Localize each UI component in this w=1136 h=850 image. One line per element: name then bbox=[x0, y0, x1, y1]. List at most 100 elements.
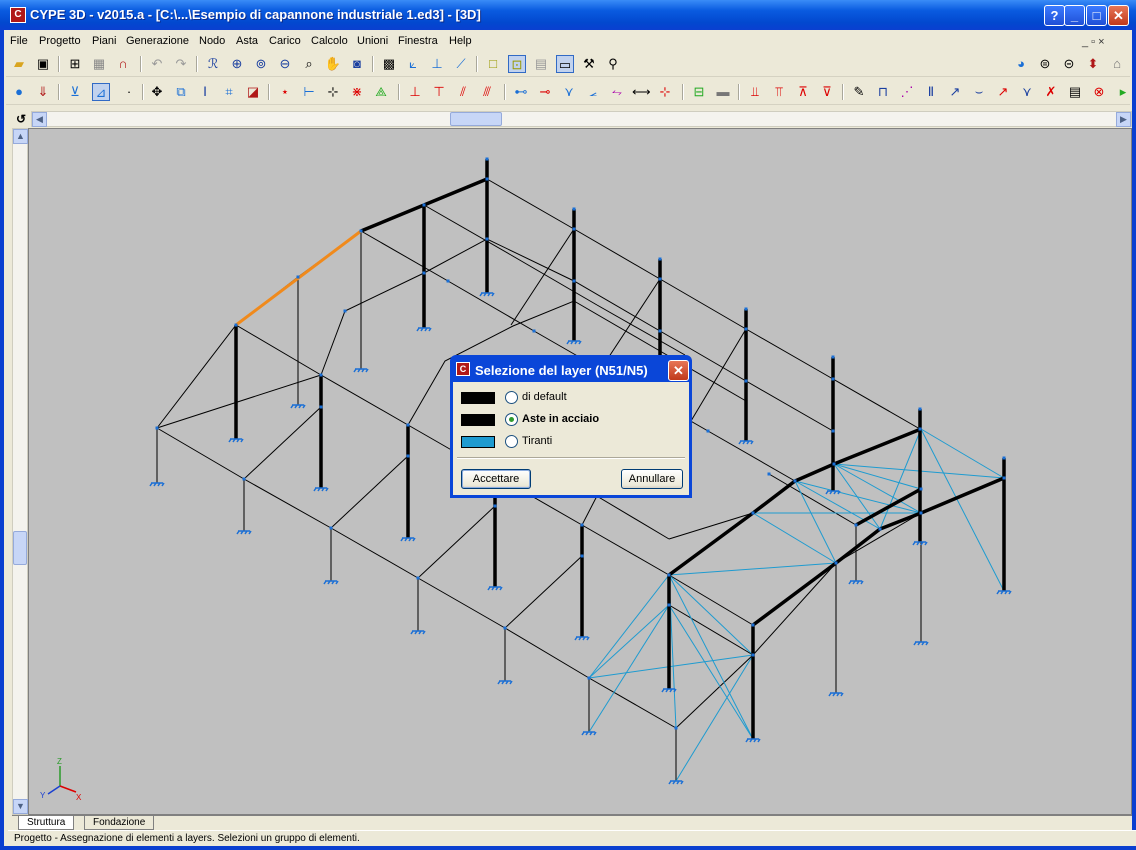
pan-icon[interactable]: ✋ bbox=[324, 55, 342, 73]
node-marker[interactable] bbox=[580, 554, 584, 558]
bar-cross-icon[interactable]: ⊹ bbox=[656, 83, 674, 101]
help-button[interactable]: ? bbox=[1044, 5, 1065, 26]
node-marker[interactable] bbox=[918, 427, 922, 431]
node-marker[interactable] bbox=[343, 309, 347, 313]
minimize-button[interactable]: _ bbox=[1064, 5, 1085, 26]
radio-aste-in-acciaio[interactable] bbox=[505, 413, 518, 426]
node-marker[interactable] bbox=[706, 429, 710, 433]
check-icon[interactable]: ⋎ bbox=[1018, 83, 1036, 101]
node-marker[interactable] bbox=[751, 623, 755, 627]
frame-icon[interactable]: □ bbox=[484, 55, 502, 73]
view-xz-icon[interactable]: ⊥ bbox=[428, 55, 446, 73]
radio-tiranti[interactable] bbox=[505, 435, 518, 448]
export-icon[interactable]: ⬍ bbox=[1084, 55, 1102, 73]
node-marker[interactable] bbox=[744, 307, 748, 311]
node-marker[interactable] bbox=[831, 429, 835, 433]
diagram-icon[interactable]: ↗ bbox=[946, 83, 964, 101]
menu-asta[interactable]: Asta bbox=[236, 35, 258, 47]
ibeam-icon[interactable]: Ⅱ bbox=[922, 83, 940, 101]
horizontal-scrollbar[interactable]: ◀ ▶ bbox=[31, 111, 1132, 127]
menu-generazione[interactable]: Generazione bbox=[126, 35, 189, 47]
node-marker[interactable] bbox=[406, 423, 410, 427]
tiles-icon[interactable]: ▭ bbox=[556, 55, 574, 73]
view-icon[interactable]: ⊞ bbox=[66, 55, 84, 73]
orbit-icon[interactable]: ◙ bbox=[348, 55, 366, 73]
node-marker[interactable] bbox=[422, 203, 426, 207]
node-marker[interactable] bbox=[751, 653, 755, 657]
load-hyp2-icon[interactable]: ⫪ bbox=[770, 83, 788, 101]
node-marker[interactable] bbox=[667, 573, 671, 577]
node-marker[interactable] bbox=[854, 523, 858, 527]
nodes-icon[interactable]: ⊡ bbox=[508, 55, 526, 73]
node-marker[interactable] bbox=[503, 626, 507, 630]
flag-icon[interactable]: ▸ bbox=[1114, 83, 1132, 101]
node-marker[interactable] bbox=[831, 377, 835, 381]
dialog-title-bar[interactable]: C Selezione del layer (N51/N5) ✕ bbox=[453, 358, 689, 382]
mdi-window-controls[interactable]: _ ▫ × bbox=[1082, 36, 1105, 48]
menu-calcolo[interactable]: Calcolo bbox=[311, 35, 348, 47]
node-marker[interactable] bbox=[834, 561, 838, 565]
node-marker[interactable] bbox=[832, 462, 836, 466]
node-marker[interactable] bbox=[667, 603, 671, 607]
node-marker[interactable] bbox=[658, 257, 662, 261]
layer-selection-icon[interactable]: ⊿ bbox=[92, 83, 110, 101]
node-marker[interactable] bbox=[572, 279, 576, 283]
node-marker[interactable] bbox=[446, 279, 450, 283]
copy-icon[interactable]: ⧉ bbox=[172, 83, 190, 101]
import-icon[interactable]: ⇓ bbox=[34, 83, 52, 101]
node-marker[interactable] bbox=[422, 271, 426, 275]
comment-icon[interactable]: ◪ bbox=[244, 83, 262, 101]
joint-release-icon[interactable]: ⊸ bbox=[536, 83, 554, 101]
node-marker[interactable] bbox=[155, 426, 159, 430]
node-marker[interactable] bbox=[919, 487, 923, 491]
scroll-right-icon[interactable]: ▶ bbox=[1116, 112, 1131, 127]
node-marker[interactable] bbox=[572, 207, 576, 211]
bar-ends-icon[interactable]: ⟷ bbox=[632, 83, 651, 101]
redo-icon[interactable]: ↷ bbox=[172, 55, 190, 73]
bar-new-icon[interactable]: ⊢ bbox=[300, 83, 318, 101]
accept-button[interactable]: Accettare bbox=[461, 469, 531, 489]
move-icon[interactable]: ✥ bbox=[148, 83, 166, 101]
filter-icon[interactable]: ⊝ bbox=[1060, 55, 1078, 73]
assign-layer-icon[interactable]: ⊻ bbox=[66, 83, 84, 101]
node-marker[interactable] bbox=[767, 472, 771, 476]
buckling-coeff-icon[interactable]: ⥊ bbox=[608, 83, 626, 101]
rotate-view-icon[interactable]: ↺ bbox=[12, 111, 30, 127]
load-bar-icon[interactable]: ⊤ bbox=[430, 83, 448, 101]
grid-icon[interactable]: ▤ bbox=[532, 55, 550, 73]
report-icon[interactable]: ▤ bbox=[1066, 83, 1084, 101]
load-node-icon[interactable]: ⊥ bbox=[406, 83, 424, 101]
load-hyp3-icon[interactable]: ⊼ bbox=[794, 83, 812, 101]
node-marker[interactable] bbox=[329, 526, 333, 530]
print-icon[interactable]: ▦ bbox=[90, 55, 108, 73]
binoculars-icon[interactable]: ⚲ bbox=[604, 55, 622, 73]
node-marker[interactable] bbox=[406, 454, 410, 458]
node-marker[interactable] bbox=[242, 477, 246, 481]
node-marker[interactable] bbox=[485, 157, 489, 161]
zoom-window-icon[interactable]: ⊚ bbox=[252, 55, 270, 73]
load-hyp-icon[interactable]: ⫫ bbox=[746, 83, 764, 101]
menu-finestra[interactable]: Finestra bbox=[398, 35, 438, 47]
node-marker[interactable] bbox=[359, 229, 363, 233]
radio-di-default[interactable] bbox=[505, 391, 518, 404]
support-icon[interactable]: ⋎ bbox=[560, 83, 578, 101]
save-icon[interactable]: ▣ bbox=[34, 55, 52, 73]
node-new-icon[interactable]: ⋆ bbox=[276, 83, 294, 101]
node-marker[interactable] bbox=[580, 523, 584, 527]
node-marker[interactable] bbox=[674, 726, 678, 730]
load-surface-icon[interactable]: ⫽ bbox=[454, 83, 472, 101]
bar-view-icon[interactable]: ⟁ bbox=[372, 83, 390, 101]
node-marker[interactable] bbox=[1002, 476, 1006, 480]
close-button[interactable]: ✕ bbox=[1108, 5, 1129, 26]
check-fail-icon[interactable]: ✗ bbox=[1042, 83, 1060, 101]
plate-icon[interactable]: ▬ bbox=[714, 83, 732, 101]
scroll-left-icon[interactable]: ◀ bbox=[32, 112, 47, 127]
node-marker[interactable] bbox=[493, 504, 497, 508]
node-marker[interactable] bbox=[744, 327, 748, 331]
layers-icon[interactable]: ▩ bbox=[380, 55, 398, 73]
node-marker[interactable] bbox=[572, 227, 576, 231]
magnet-icon[interactable]: ∩ bbox=[114, 55, 132, 73]
deflection-icon[interactable]: ⌣ bbox=[970, 83, 988, 101]
globe-icon[interactable]: ● bbox=[10, 83, 28, 101]
zoom-fit-icon[interactable]: ⌕ bbox=[300, 55, 318, 73]
